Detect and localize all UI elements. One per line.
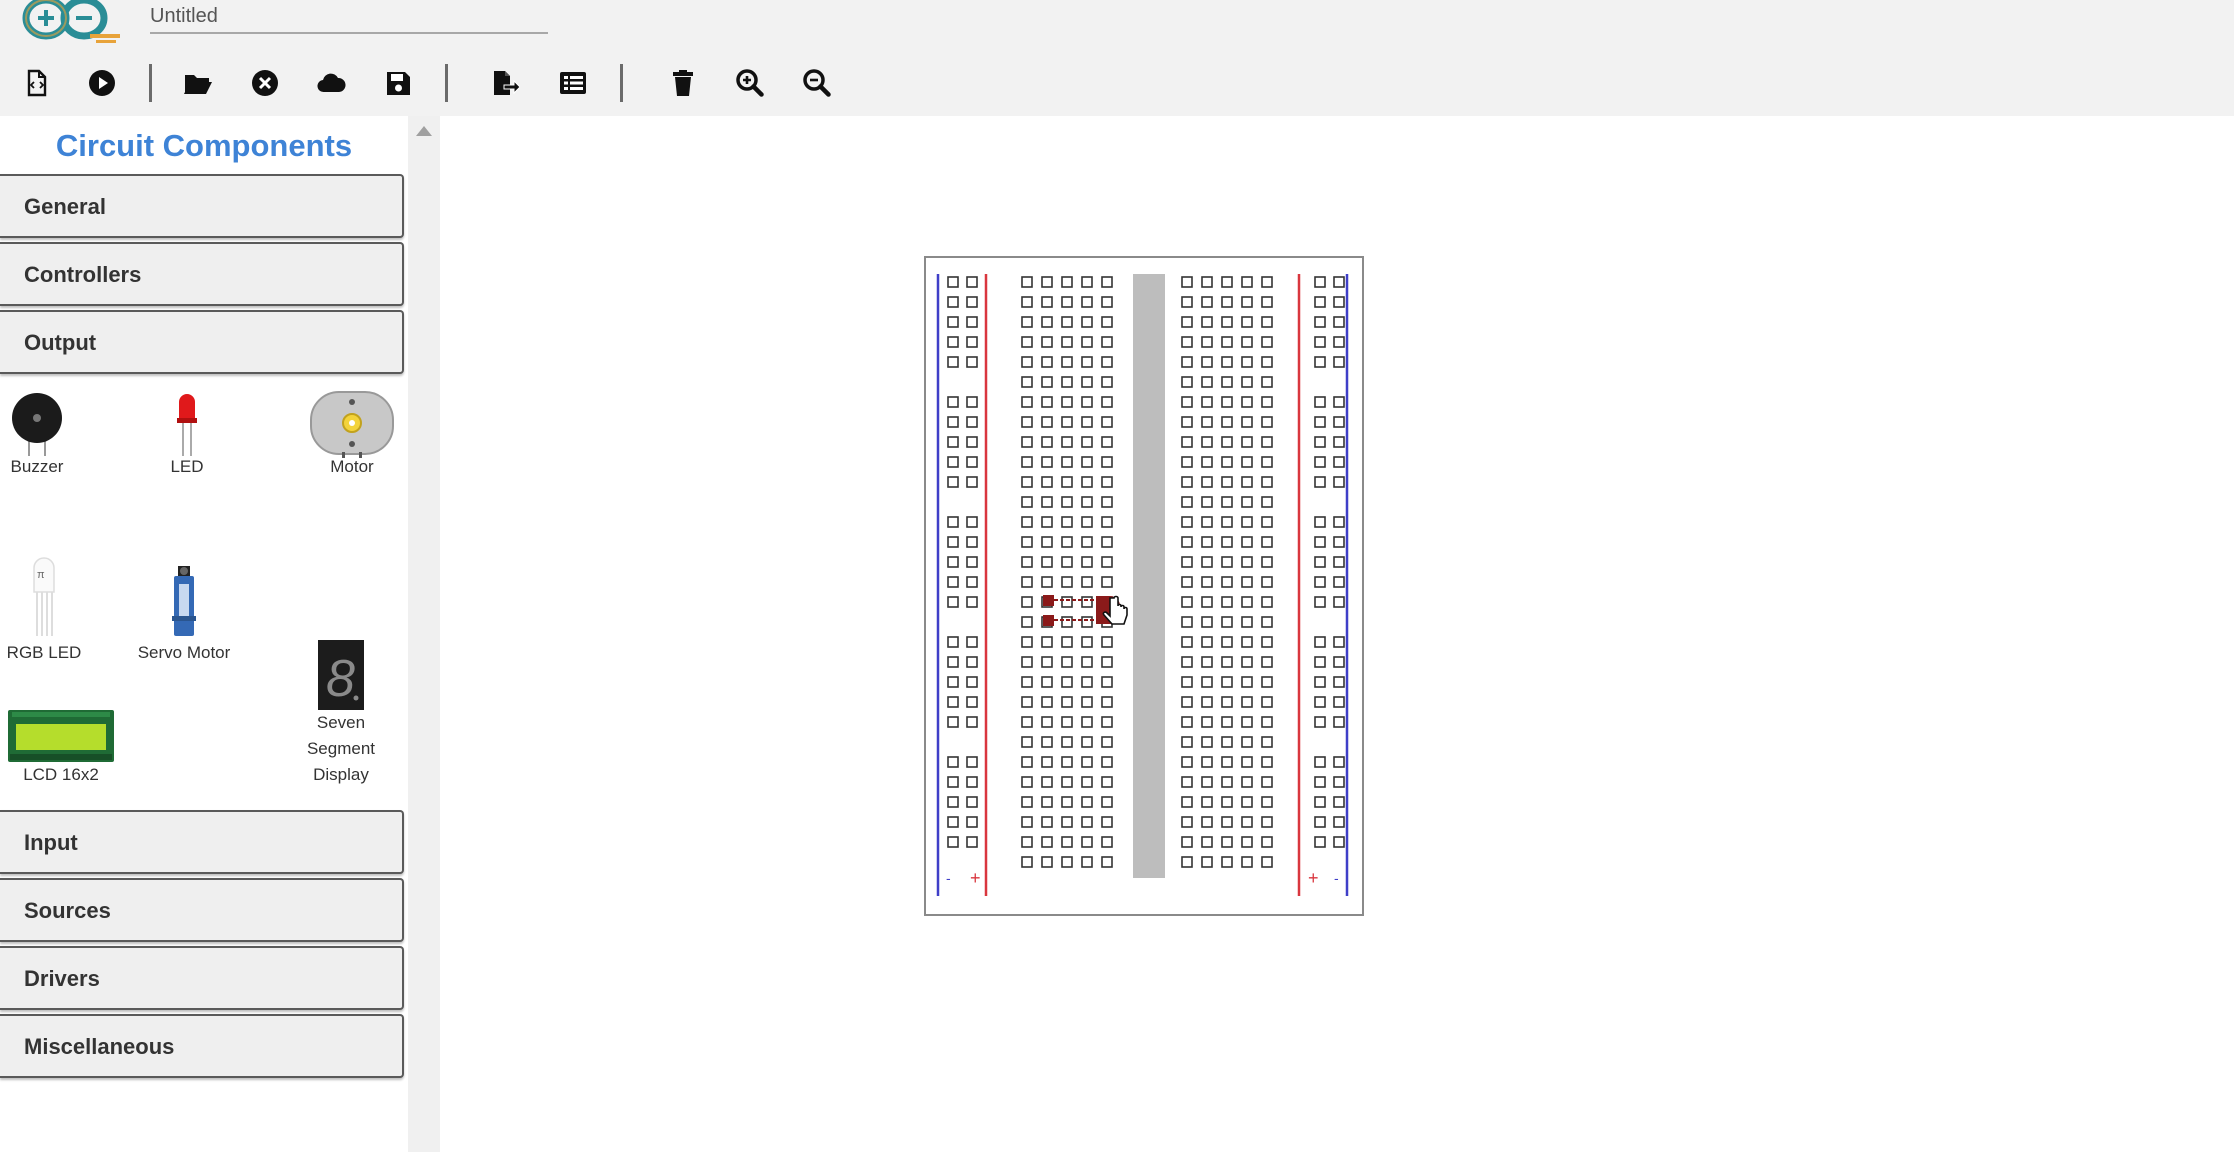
arduino-logo	[22, 0, 120, 43]
top-bar	[0, 0, 2234, 116]
svg-text:π: π	[37, 569, 45, 581]
zoom-out-icon	[803, 69, 831, 97]
svg-text:-: -	[946, 870, 951, 886]
new-file-icon	[27, 69, 47, 97]
save-button[interactable]	[375, 60, 421, 106]
panel-title: Circuit Components	[55, 128, 353, 163]
seven-segment-display-icon: 8	[318, 640, 364, 710]
category-label: Controllers	[24, 262, 142, 287]
sidebar-scrollbar[interactable]	[408, 116, 440, 1152]
category-label: Miscellaneous	[24, 1034, 175, 1059]
category-controllers[interactable]: Controllers	[0, 242, 404, 306]
project-title-input[interactable]	[150, 0, 548, 34]
trash-icon	[673, 70, 693, 96]
component-label: Seven	[316, 713, 366, 732]
category-general[interactable]: General	[0, 174, 404, 238]
file-export-icon	[494, 71, 520, 95]
folder-open-icon	[184, 75, 212, 94]
list-icon	[560, 72, 586, 94]
component-buzzer[interactable]: Buzzer	[2, 390, 72, 480]
zoom-out-button[interactable]	[794, 60, 840, 106]
svg-text:-: -	[1334, 870, 1339, 886]
buzzer-icon	[12, 393, 62, 456]
component-led[interactable]: LED	[150, 390, 224, 480]
category-miscellaneous[interactable]: Miscellaneous	[0, 1014, 404, 1078]
toolbar-separator	[445, 64, 448, 102]
component-rgb-led[interactable]: π RGB LED	[2, 552, 86, 666]
category-label: Drivers	[24, 966, 100, 991]
toolbar-separator	[620, 64, 623, 102]
lcd-16x2-icon	[8, 710, 114, 762]
category-input[interactable]: Input	[0, 810, 404, 874]
close-circle-icon	[252, 70, 278, 96]
cloud-icon	[317, 73, 346, 93]
run-simulation-button[interactable]	[79, 60, 125, 106]
open-folder-button[interactable]	[175, 60, 221, 106]
breadboard[interactable]: - + + -	[924, 256, 1364, 916]
component-motor[interactable]: Motor	[304, 390, 400, 480]
toolbar-separator	[149, 64, 152, 102]
toolbar	[0, 60, 900, 106]
servo-motor-icon	[172, 566, 196, 636]
component-label: Servo Motor	[137, 643, 231, 662]
category-sources[interactable]: Sources	[0, 878, 404, 942]
component-label: Buzzer	[10, 457, 64, 476]
list-button[interactable]	[550, 60, 596, 106]
new-file-button[interactable]	[13, 60, 59, 106]
rgb-led-icon: π	[33, 557, 55, 636]
zoom-in-button[interactable]	[727, 60, 773, 106]
center-channel	[1133, 274, 1165, 878]
components-panel: Circuit Components General Controllers O…	[0, 116, 408, 1152]
motor-icon	[310, 391, 394, 458]
category-label: General	[24, 194, 106, 219]
component-servo-motor[interactable]: Servo Motor	[130, 552, 238, 666]
component-label: Display	[313, 765, 369, 784]
component-label: Motor	[330, 457, 374, 476]
svg-text:8: 8	[326, 650, 355, 708]
floppy-disk-icon	[387, 72, 410, 95]
category-output[interactable]: Output	[0, 310, 404, 374]
zoom-in-icon	[736, 69, 764, 97]
category-label: Output	[24, 330, 97, 355]
component-seven-segment-display[interactable]: 8 Seven Segment Display	[296, 640, 386, 788]
close-button[interactable]	[242, 60, 288, 106]
component-label: LCD 16x2	[23, 765, 99, 784]
component-label: Segment	[306, 739, 376, 758]
component-lcd-16x2[interactable]: LCD 16x2	[8, 710, 114, 788]
svg-text:+: +	[1308, 868, 1319, 888]
category-label: Input	[24, 830, 78, 855]
component-label: LED	[170, 457, 204, 476]
category-label: Sources	[24, 898, 111, 923]
play-circle-icon	[89, 70, 115, 96]
svg-text:+: +	[970, 868, 981, 888]
component-label: RGB LED	[6, 643, 82, 662]
led-icon	[177, 394, 197, 456]
export-button[interactable]	[482, 60, 528, 106]
scroll-up-arrow-icon[interactable]	[416, 126, 432, 136]
category-drivers[interactable]: Drivers	[0, 946, 404, 1010]
delete-button[interactable]	[660, 60, 706, 106]
cloud-button[interactable]	[308, 60, 354, 106]
